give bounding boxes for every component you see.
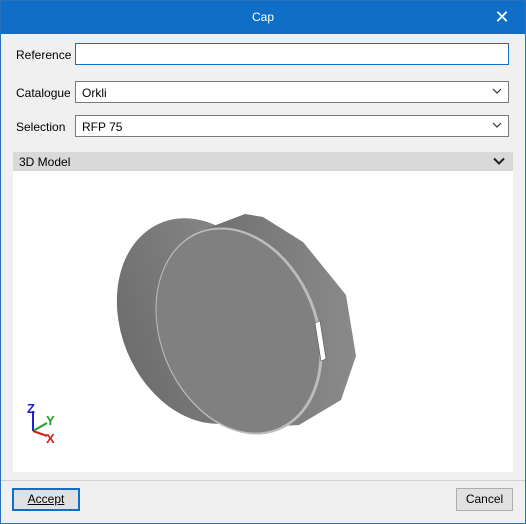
selection-label: Selection xyxy=(16,120,66,134)
model-canvas[interactable]: Z Y X xyxy=(13,171,513,472)
model-viewport[interactable]: Z Y X xyxy=(13,171,513,472)
chevron-down-icon xyxy=(492,88,502,94)
cancel-label: Cancel xyxy=(465,492,504,506)
cancel-button[interactable]: Cancel xyxy=(456,488,513,511)
reference-input[interactable] xyxy=(75,43,509,65)
catalogue-label: Catalogue xyxy=(16,86,71,100)
reference-label: Reference xyxy=(16,48,72,62)
close-button[interactable]: ✕ xyxy=(479,1,525,34)
selection-row: Selection RFP 75 xyxy=(1,115,525,139)
title-bar[interactable]: Cap ✕ xyxy=(1,1,525,34)
reference-row: Reference xyxy=(1,43,525,67)
axis-z-label: Z xyxy=(27,401,35,416)
axis-y-label: Y xyxy=(46,413,55,428)
catalogue-value: Orkli xyxy=(82,86,107,100)
close-icon: ✕ xyxy=(494,7,510,27)
collapse-chevron-icon[interactable] xyxy=(493,156,505,166)
catalogue-select[interactable]: Orkli xyxy=(75,81,509,103)
selection-select[interactable]: RFP 75 xyxy=(75,115,509,137)
catalogue-row: Catalogue Orkli xyxy=(1,81,525,105)
selection-value: RFP 75 xyxy=(82,120,123,134)
accept-button[interactable]: Accept xyxy=(12,488,80,511)
axis-gizmo: Z Y X xyxy=(27,401,55,446)
window-title: Cap xyxy=(251,10,274,24)
model-section-title: 3D Model xyxy=(19,155,71,169)
model-section-header[interactable]: 3D Model xyxy=(13,152,513,171)
footer-divider xyxy=(1,480,525,481)
chevron-down-icon xyxy=(492,122,502,128)
accept-label: Accept xyxy=(27,492,65,506)
axis-x-label: X xyxy=(46,431,55,446)
cap-model xyxy=(116,214,356,435)
dialog-window: Cap ✕ Reference Catalogue Orkli Selectio… xyxy=(0,0,526,524)
